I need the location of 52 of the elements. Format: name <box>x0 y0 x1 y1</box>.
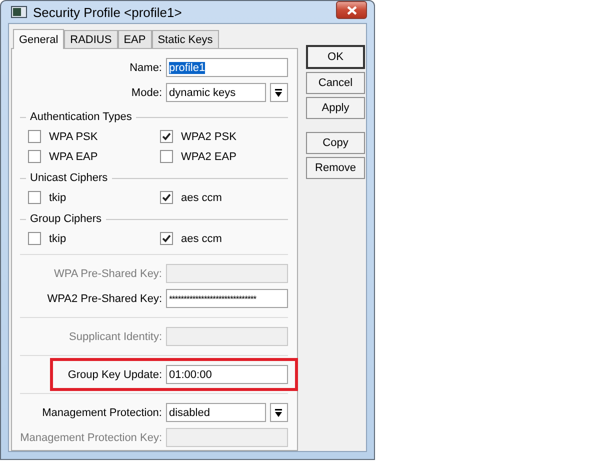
section-title: Group Ciphers <box>30 213 102 225</box>
checkbox[interactable] <box>28 191 41 204</box>
dialog-button[interactable]: Apply <box>306 97 365 119</box>
checkbox-label: WPA2 PSK <box>181 130 236 142</box>
tab[interactable]: Static Keys <box>152 30 219 48</box>
field-label: Group Key Update: <box>66 368 162 380</box>
checkbox[interactable] <box>160 130 173 143</box>
field-label: Mode: <box>130 86 162 98</box>
checkbox-label: aes ccm <box>181 232 222 244</box>
field-label: Supplicant Identity: <box>68 330 162 342</box>
window-title: Security Profile <profile1> <box>33 4 182 20</box>
section-title: Unicast Ciphers <box>30 172 108 184</box>
dropdown-field[interactable]: dynamic keys <box>166 83 266 102</box>
input-field[interactable] <box>166 264 288 283</box>
input-field[interactable] <box>166 327 288 346</box>
input-field[interactable]: profile1 <box>166 58 288 77</box>
checkbox-label: WPA EAP <box>49 150 98 162</box>
section-title: Authentication Types <box>30 111 132 123</box>
checkbox-label: aes ccm <box>181 192 222 204</box>
checkbox[interactable] <box>160 150 173 163</box>
checkbox[interactable] <box>28 150 41 163</box>
checkbox[interactable] <box>28 130 41 143</box>
field-label: Management Protection: <box>41 406 162 418</box>
arrow-down-icon <box>275 408 282 416</box>
checkbox-label: tkip <box>49 192 66 204</box>
checkbox[interactable] <box>28 232 41 245</box>
checkbox-label: tkip <box>49 232 66 244</box>
close-icon <box>346 6 356 14</box>
tab[interactable]: RADIUS <box>64 30 118 48</box>
checkbox[interactable] <box>160 232 173 245</box>
checkbox-label: WPA PSK <box>49 130 98 142</box>
field-label: Management Protection Key: <box>20 432 162 444</box>
input-field[interactable]: 01:00:00 <box>166 365 288 384</box>
checkbox-label: WPA2 EAP <box>181 150 236 162</box>
input-field[interactable]: ****************************** <box>166 289 288 308</box>
dropdown-field[interactable]: disabled <box>166 403 266 422</box>
dialog-button[interactable]: OK <box>306 45 365 69</box>
field-label: Name: <box>128 62 162 74</box>
dialog-button[interactable]: Remove <box>306 157 365 179</box>
dialog-button[interactable]: Cancel <box>306 72 365 94</box>
arrow-down-icon <box>275 88 282 96</box>
tab[interactable]: EAP <box>118 30 152 48</box>
dropdown-button[interactable] <box>270 83 288 102</box>
input-field[interactable] <box>166 428 288 447</box>
close-button[interactable] <box>336 1 367 19</box>
field-label: WPA Pre-Shared Key: <box>52 268 162 280</box>
tab[interactable]: General <box>13 29 64 49</box>
dialog-button[interactable]: Copy <box>306 132 365 154</box>
field-label: WPA2 Pre-Shared Key: <box>46 292 162 304</box>
checkbox[interactable] <box>160 191 173 204</box>
dropdown-button[interactable] <box>270 403 288 422</box>
window-icon <box>11 6 27 18</box>
